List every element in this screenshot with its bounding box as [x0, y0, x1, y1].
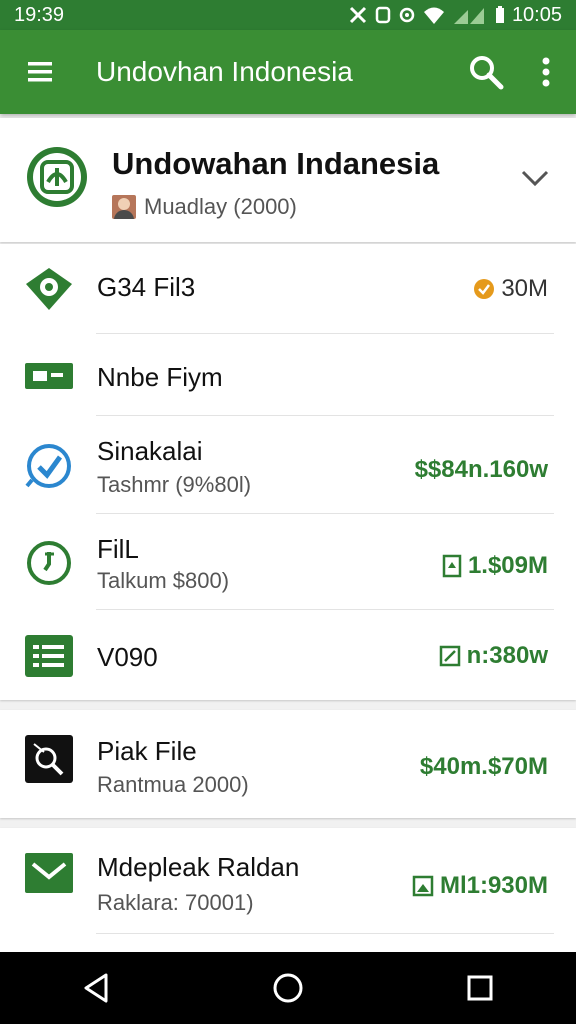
alarm-icon	[374, 5, 392, 25]
card-value-text: $40m.$70M	[419, 753, 548, 780]
avatar	[112, 195, 136, 219]
wifi-icon	[422, 5, 446, 25]
list-item[interactable]: FilL Talkum $800) 1.$09M	[0, 514, 576, 610]
home-circle-icon	[273, 973, 303, 1003]
magnifier-icon	[24, 734, 74, 789]
brand-logo-icon	[24, 144, 90, 215]
hamburger-icon	[28, 62, 52, 82]
image-badge-icon	[412, 875, 434, 897]
card-value-text: Ml1:930M	[439, 872, 548, 899]
back-button[interactable]	[56, 952, 136, 1024]
battery-icon	[494, 5, 506, 25]
row-value: n:380w	[439, 642, 548, 670]
row-title: G34 Fil3	[97, 272, 196, 302]
row-title: Nnbe Fiym	[97, 362, 223, 392]
search-icon	[470, 56, 504, 90]
card-value: Ml1:930M	[412, 872, 548, 900]
search-button[interactable]	[456, 30, 516, 114]
file-card-piak[interactable]: Piak File Rantmua 2000) $40m.$70M	[0, 710, 576, 818]
app-title: Undovhan Indonesia	[96, 56, 353, 87]
row-subtitle: Tashmr (9%80l)	[97, 472, 252, 497]
list-item[interactable]: G34 Fil3 30M	[0, 244, 576, 334]
divider	[96, 933, 554, 934]
row-value-text: 1.$09M	[467, 552, 548, 579]
status-time-left: 19:39	[14, 3, 65, 26]
row-title: V090	[97, 642, 158, 672]
notification-icon	[348, 5, 368, 25]
file-list-card: G34 Fil3 30M Nnbe Fiym Sinakalai Tashmr …	[0, 244, 576, 700]
row-subtitle: Talkum $800)	[97, 568, 230, 593]
header-card[interactable]: Undowahan Indanesia Muadlay (2000)	[0, 118, 576, 242]
row-value: $$84n.160w	[415, 456, 548, 484]
clock-icon	[24, 540, 74, 591]
card-subtitle: Rantmua 2000)	[97, 772, 249, 797]
home-button[interactable]	[248, 952, 328, 1024]
row-value-text: 30M	[501, 275, 548, 302]
list-item[interactable]: V090 n:380w	[0, 610, 576, 700]
mail-icon	[24, 852, 74, 899]
overflow-menu-button[interactable]	[516, 30, 576, 114]
chevron-down-icon	[521, 170, 549, 187]
row-value-text: n:380w	[466, 642, 548, 669]
recents-button[interactable]	[440, 952, 520, 1024]
row-title: FilL	[97, 534, 139, 564]
file-card-mdepleak[interactable]: Mdepleak Raldan Raklara: 70001) Ml1:930M	[0, 828, 576, 952]
edit-box-icon	[439, 645, 460, 667]
card-title: Piak File	[97, 736, 197, 766]
verified-badge-icon	[474, 279, 495, 299]
app-bar: Undovhan Indonesia	[0, 30, 576, 114]
id-card-icon	[24, 362, 74, 395]
expand-button[interactable]	[520, 168, 550, 193]
shield-icon	[24, 266, 74, 317]
list-item[interactable]: Sinakalai Tashmr (9%80l) $$84n.160w	[0, 416, 576, 514]
more-vert-icon	[542, 57, 550, 87]
card-value: $40m.$70M	[420, 753, 548, 781]
system-nav-bar	[0, 952, 576, 1024]
list-icon	[24, 634, 74, 683]
menu-button[interactable]	[0, 30, 80, 114]
header-title: Undowahan Indanesia	[112, 146, 440, 181]
header-subtitle-row: Muadlay (2000)	[112, 194, 297, 220]
status-icons: 10:05	[348, 4, 562, 27]
sync-icon	[398, 5, 416, 25]
row-value-text: $$84n.160w	[414, 456, 548, 483]
row-value: 1.$09M	[442, 552, 548, 580]
status-bar: 19:39 10:05	[0, 0, 576, 30]
check-circle-icon	[24, 442, 74, 495]
status-time-right: 10:05	[511, 3, 562, 26]
row-value: 30M	[473, 275, 548, 303]
document-badge-icon	[442, 554, 462, 578]
header-subtitle: Muadlay (2000)	[144, 194, 297, 219]
signal-icon	[452, 5, 488, 25]
card-subtitle: Raklara: 70001)	[97, 890, 254, 915]
card-title: Mdepleak Raldan	[97, 852, 300, 882]
row-title: Sinakalai	[97, 436, 203, 466]
back-triangle-icon	[84, 973, 108, 1003]
list-item[interactable]: Nnbe Fiym	[0, 334, 576, 416]
recents-square-icon	[467, 975, 493, 1001]
